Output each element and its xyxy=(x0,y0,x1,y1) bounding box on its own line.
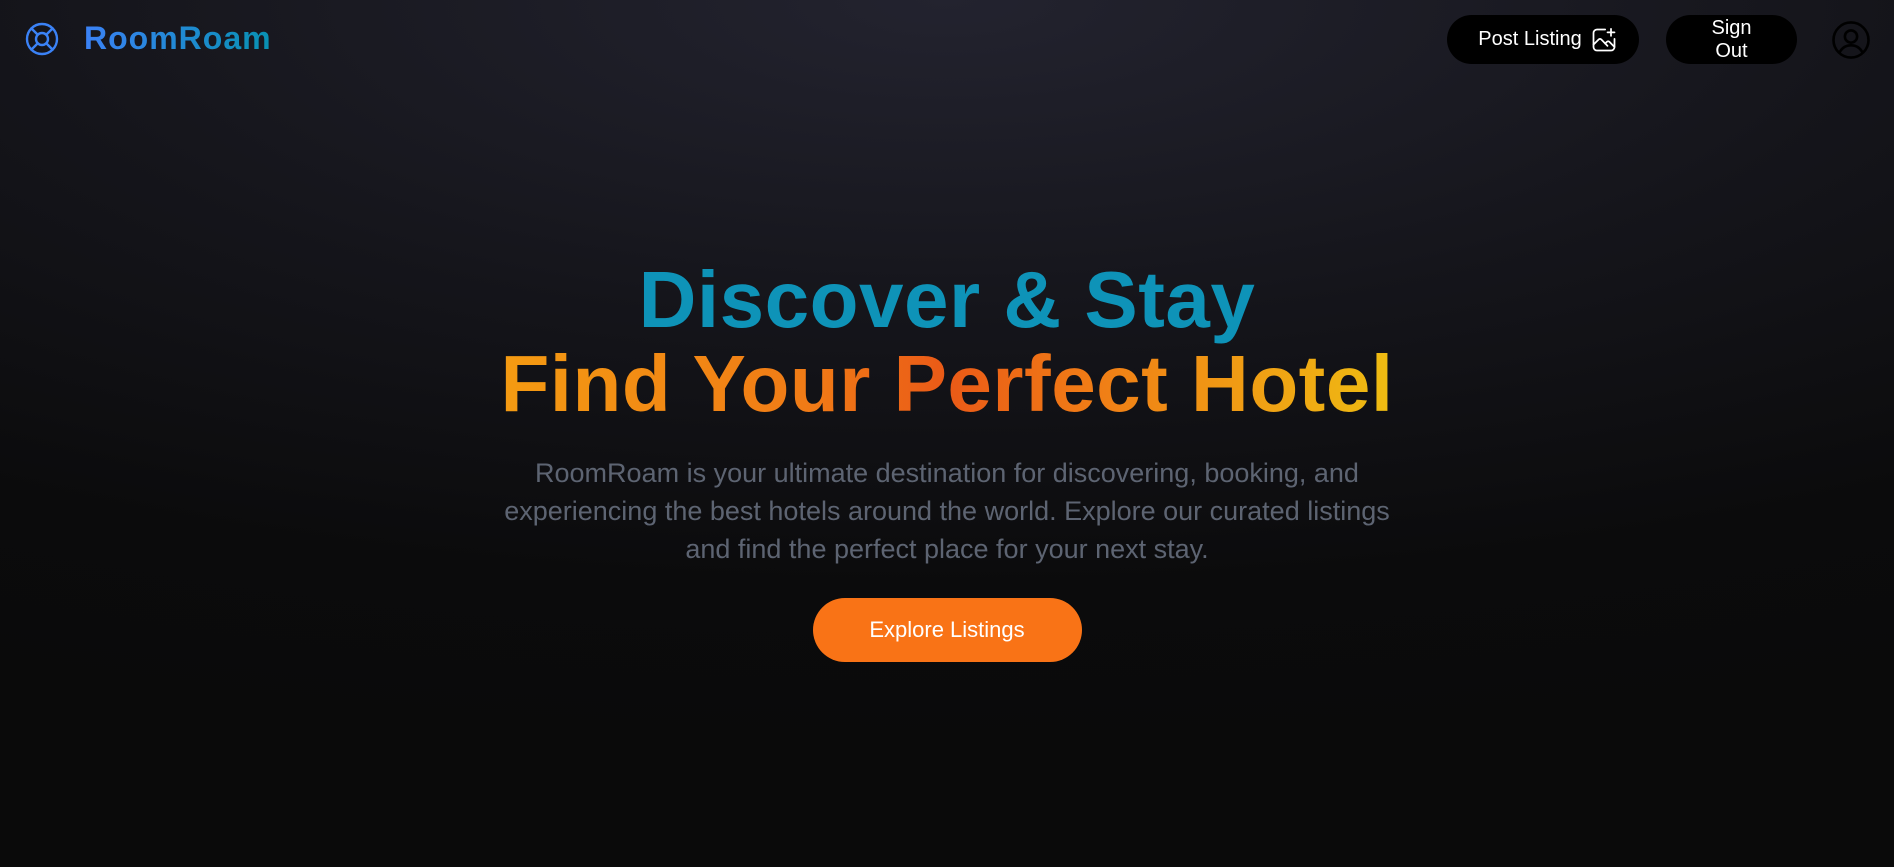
hero-title-line2: Find Your Perfect Hotel xyxy=(500,339,1394,428)
hero-description: RoomRoam is your ultimate destination fo… xyxy=(504,458,1390,564)
post-listing-button[interactable]: Post Listing xyxy=(1447,15,1639,64)
explore-listings-button[interactable]: Explore Listings xyxy=(812,598,1082,662)
nav-actions: Post Listing Sign Out xyxy=(1447,15,1872,64)
brand-home-link[interactable]: RoomRoam xyxy=(24,20,272,57)
image-plus-icon xyxy=(1590,26,1618,54)
navbar: RoomRoam Post Listing Sign Out xyxy=(0,0,1894,80)
sign-out-button[interactable]: Sign Out xyxy=(1666,15,1797,64)
hero-section: Discover & Stay Find Your Perfect Hotel … xyxy=(0,258,1894,662)
brand-name: RoomRoam xyxy=(84,20,272,56)
post-listing-label: Post Listing xyxy=(1478,28,1582,50)
lifebuoy-icon xyxy=(24,21,60,57)
user-circle-icon[interactable] xyxy=(1830,19,1872,61)
hero-title-line1: Discover & Stay xyxy=(638,255,1256,344)
